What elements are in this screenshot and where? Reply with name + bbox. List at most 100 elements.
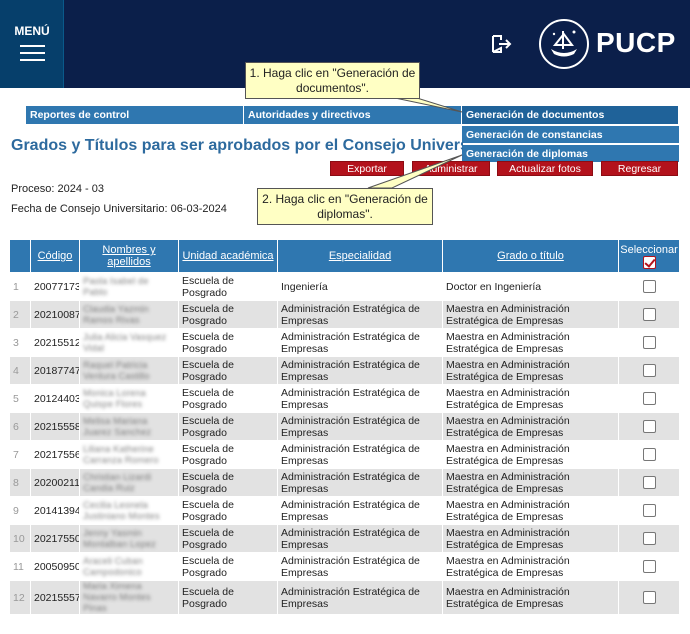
submenu-generacion-constancias[interactable]: Generación de constancias [462,126,679,144]
row-select-checkbox[interactable] [642,448,656,461]
select-all-checkbox[interactable] [642,255,656,269]
row-index: 5 [9,384,31,413]
row-name: Araceli Cuban Campodonico [79,552,179,581]
menu-label: MENÚ [14,24,50,38]
graduates-table: Código Nombres y apellidos Unidad académ… [9,239,680,615]
pucp-logo-text: PUCP [596,27,676,58]
row-select-cell [618,328,680,357]
header-grado[interactable]: Grado o título [442,239,619,273]
table-row: 10 20217550 Jenny Yasmin Montalban Lopez Es… [9,524,680,553]
row-code: 20210087 [30,300,80,329]
table-row: 9 20141394 Cecilia Leonela Justiniano Mont… [9,496,680,525]
row-select-cell [618,524,680,553]
row-name-text: Monica Lorena Quispe Flores [83,387,146,410]
row-name: Jenny Yasmin Montalban Lopez [79,524,179,553]
row-select-checkbox[interactable] [642,308,656,321]
row-name: Liliana Katherine Carranza Romero [79,440,179,469]
row-code: 20141394 [30,496,80,525]
row-specialty: Administración Estratégica de Empresas [277,580,443,615]
row-select-cell [618,552,680,581]
header-especialidad[interactable]: Especialidad [277,239,443,273]
row-unit: Escuela de Posgrado [178,300,278,329]
row-name-text: Claudia Yazmin Ramos Rivas [83,303,149,326]
nav-item-generacion-documentos[interactable]: Generación de documentos [462,106,679,124]
header-nombres[interactable]: Nombres y apellidos [79,239,179,273]
row-index: 8 [9,468,31,497]
row-name-text: Julia Alicia Vasquez Vidal [83,331,167,354]
back-button[interactable]: Regresar [601,161,678,176]
row-select-checkbox[interactable] [642,504,656,517]
logout-icon[interactable] [490,33,512,55]
row-index: 2 [9,300,31,329]
pucp-logo-emblem-icon [539,19,589,69]
row-specialty: Administración Estratégica de Empresas [277,356,443,385]
row-grade: Maestra en Administración Estratégica de… [442,496,619,525]
process-label: Proceso: 2024 - 03 [11,183,104,195]
row-code: 20077173 [30,272,80,301]
nav-item-autoridades[interactable]: Autoridades y directivos [244,106,462,124]
header-codigo[interactable]: Código [30,239,80,273]
row-select-checkbox[interactable] [642,392,656,405]
table-row: 11 20050950 Araceli Cuban Campodonico Escue… [9,552,680,581]
export-button[interactable]: Exportar [330,161,404,176]
row-name-text: Paola Isabel de Pablo [83,275,149,298]
row-name: Julia Alicia Vasquez Vidal [79,328,179,357]
table-row: 4 20187747 Raquel Patricia Ventura Castill… [9,356,680,385]
table-header-row: Código Nombres y apellidos Unidad académ… [9,239,680,273]
row-grade: Maestra en Administración Estratégica de… [442,356,619,385]
row-select-cell [618,356,680,385]
hamburger-icon [20,45,45,61]
row-select-cell [618,300,680,329]
row-index: 12 [9,580,31,615]
row-index: 7 [9,440,31,469]
row-specialty: Administración Estratégica de Empresas [277,496,443,525]
row-select-cell [618,272,680,301]
row-select-checkbox[interactable] [642,532,656,545]
row-name-text: Melisa Mariana Juarez Sanchez [83,415,152,438]
row-select-cell [618,468,680,497]
row-name: Claudia Yazmin Ramos Rivas [79,300,179,329]
row-index: 4 [9,356,31,385]
row-grade: Doctor en Ingeniería [442,272,619,301]
row-index: 3 [9,328,31,357]
row-specialty: Administración Estratégica de Empresas [277,524,443,553]
admin-button[interactable]: Administrar [412,161,490,176]
row-select-checkbox[interactable] [642,476,656,489]
row-select-checkbox[interactable] [642,420,656,433]
row-specialty: Administración Estratégica de Empresas [277,468,443,497]
row-select-checkbox[interactable] [642,364,656,377]
row-name-text: Cecilia Leonela Justiniano Montes [83,499,160,522]
row-index: 6 [9,412,31,441]
row-select-checkbox[interactable] [642,591,656,604]
row-name-text: Christian Lizardi Candia Ruiz [83,471,152,494]
main-nav: Reportes de control Autoridades y direct… [26,106,679,124]
row-index: 9 [9,496,31,525]
row-unit: Escuela de Posgrado [178,412,278,441]
row-unit: Escuela de Posgrado [178,328,278,357]
row-specialty: Administración Estratégica de Empresas [277,440,443,469]
row-select-checkbox[interactable] [642,560,656,573]
row-select-checkbox[interactable] [642,336,656,349]
row-select-checkbox[interactable] [642,280,656,293]
update-photos-button[interactable]: Actualizar fotos [497,161,593,176]
row-grade: Maestra en Administración Estratégica de… [442,300,619,329]
row-code: 20050950 [30,552,80,581]
row-code: 20215557 [30,580,80,615]
row-grade: Maestra en Administración Estratégica de… [442,328,619,357]
row-unit: Escuela de Posgrado [178,272,278,301]
row-code: 20217550 [30,524,80,553]
row-select-cell [618,496,680,525]
table-row: 6 20215558 Melisa Mariana Juarez Sanchez Es… [9,412,680,441]
row-name-text: Maria Ximena Navarro Montes Pinas [83,581,151,614]
row-code: 20124403 [30,384,80,413]
row-grade: Maestra en Administración Estratégica de… [442,440,619,469]
row-name: Melisa Mariana Juarez Sanchez [79,412,179,441]
header-unidad[interactable]: Unidad académica [178,239,278,273]
row-name-text: Raquel Patricia Ventura Castillo [83,359,150,382]
menu-button[interactable]: MENÚ [0,0,64,88]
row-code: 20200211 [30,468,80,497]
table-row: 8 20200211 Christian Lizardi Candia Ruiz Es… [9,468,680,497]
row-code: 20217556 [30,440,80,469]
callout-step-2: 2. Haga clic en "Generación de diplomas"… [257,188,433,225]
nav-item-reportes[interactable]: Reportes de control [26,106,244,124]
